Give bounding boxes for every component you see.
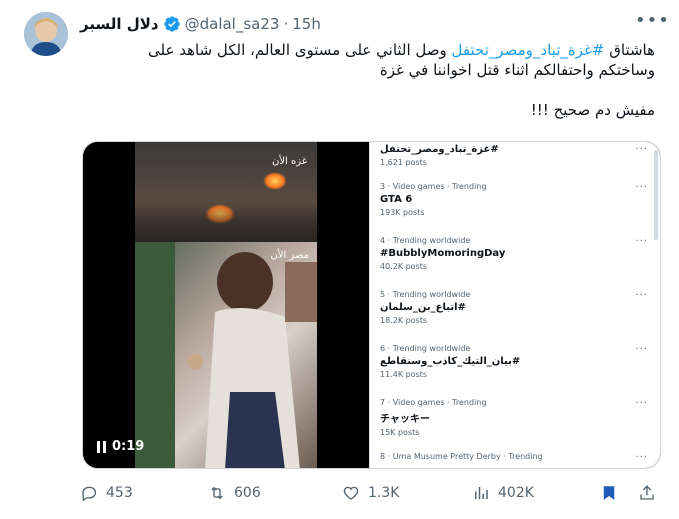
- trend-item[interactable]: 6 · Trending worldwide #بيان_التيك_كاذب_و…: [380, 344, 648, 379]
- hashtag-link[interactable]: #غزة_تباد_ومصر_تحتفل: [452, 41, 605, 59]
- views-icon: [475, 487, 488, 499]
- trends-screenshot: #غزة_تباد_ومصر_تحتفل 1,621 posts ··· 3 · Vi…: [369, 142, 660, 468]
- trend-more-icon: ···: [635, 452, 648, 463]
- trend-more-icon: ···: [635, 290, 648, 301]
- video-controls[interactable]: 0:19: [97, 439, 144, 454]
- reply-count: 453: [106, 485, 133, 501]
- tweet-text-suffix: وصل الثاني على مستوى العالم، الكل شاهد ع…: [148, 41, 452, 59]
- author-handle[interactable]: @dalal_sa23: [185, 15, 280, 33]
- tweet-time[interactable]: 15h: [292, 15, 321, 33]
- trend-more-icon: ···: [635, 344, 648, 355]
- like-count: 1.3K: [368, 485, 400, 501]
- share-button[interactable]: [638, 484, 656, 502]
- reply-icon: [82, 486, 97, 502]
- trend-item[interactable]: #غزة_تباد_ومصر_تحتفل 1,621 posts ···: [380, 144, 648, 167]
- bookmark-button[interactable]: [600, 484, 618, 502]
- trend-item[interactable]: 3 · Video games · Trending GTA 6 193K post…: [380, 182, 648, 217]
- trend-more-icon: ···: [635, 182, 648, 193]
- trend-name: #بيان_التيك_كاذب_وسنقاطع: [380, 356, 521, 367]
- trend-more-icon: ···: [635, 398, 648, 409]
- author-display-name[interactable]: دلال السبر: [80, 15, 159, 33]
- action-bar: 453 606 1.3K 402K: [80, 484, 655, 504]
- separator-dot: ·: [283, 15, 289, 33]
- repost-icon: [211, 486, 223, 500]
- trend-meta: 6 · Trending worldwide: [380, 344, 471, 353]
- pause-icon[interactable]: [97, 440, 106, 453]
- verified-badge-icon: [163, 16, 180, 32]
- video-label-bottom: مصر الأن: [270, 250, 309, 261]
- trend-more-icon: ···: [635, 144, 648, 155]
- tweet-media[interactable]: غزه الأن مصر الأن 0:19 #غزة_تباد_ومصر_تح…: [82, 141, 661, 469]
- trend-meta: 7 · Video games · Trending: [380, 398, 487, 407]
- repost-count: 606: [234, 485, 261, 501]
- video-timestamp: 0:19: [112, 439, 145, 454]
- tweet-text: هاشتاق #غزة_تباد_ومصر_تحتفل وصل الثاني ع…: [80, 40, 655, 120]
- repost-button[interactable]: 606: [208, 484, 261, 502]
- trend-item[interactable]: 5 · Trending worldwide #اتباع_بن_سلمان 18.…: [380, 290, 648, 325]
- heart-icon: [343, 486, 359, 500]
- video-scene-egypt: مصر الأن: [135, 242, 317, 468]
- bookmark-icon: [603, 486, 615, 500]
- trend-name: #اتباع_بن_سلمان: [380, 302, 466, 313]
- tweet-header: دلال السبر @dalal_sa23 · 15h: [80, 14, 321, 34]
- views-count: 402K: [498, 485, 534, 501]
- trend-name: チャッキー: [380, 414, 430, 425]
- trend-post-count: 18.2K posts: [380, 316, 428, 325]
- trend-meta: 3 · Video games · Trending: [380, 182, 487, 191]
- trend-item[interactable]: 4 · Trending worldwide #BubblyMomoringDay…: [380, 236, 648, 271]
- tweet-text-line-1: هاشتاق #غزة_تباد_ومصر_تحتفل وصل الثاني ع…: [80, 40, 655, 60]
- like-button[interactable]: 1.3K: [342, 484, 399, 502]
- trend-name: #غزة_تباد_ومصر_تحتفل: [380, 144, 499, 155]
- trend-name: GTA 6: [380, 194, 413, 205]
- share-icon: [640, 485, 654, 500]
- trend-meta: 5 · Trending worldwide: [380, 290, 471, 299]
- trend-post-count: 193K posts: [380, 208, 425, 217]
- trend-meta: 8 · Uma Musume Pretty Derby · Trending: [380, 452, 543, 461]
- views-button[interactable]: 402K: [472, 484, 534, 502]
- trend-more-icon: ···: [635, 236, 648, 247]
- trend-name: #BubblyMomoringDay: [380, 248, 506, 259]
- tweet-text-line-3: مفيش دم صحيح !!!: [530, 101, 655, 119]
- trend-post-count: 15K posts: [380, 428, 420, 437]
- trend-item[interactable]: 8 · Uma Musume Pretty Derby · Trending ··…: [380, 452, 648, 463]
- reply-button[interactable]: 453: [80, 484, 133, 502]
- video-player[interactable]: غزه الأن مصر الأن 0:19: [83, 142, 369, 468]
- video-scene-gaza: غزه الأن: [135, 142, 317, 242]
- avatar[interactable]: [24, 12, 68, 56]
- trend-post-count: 1,621 posts: [380, 158, 427, 167]
- trend-item[interactable]: 7 · Video games · Trending チャッキー 15K posts…: [380, 398, 648, 437]
- tweet-text-prefix: هاشتاق: [604, 41, 655, 59]
- trend-meta: 4 · Trending worldwide: [380, 236, 471, 245]
- trend-post-count: 11.4K posts: [380, 370, 428, 379]
- scrollbar: [654, 150, 658, 240]
- tweet-text-line-2: وساختكم واحتفالكم اثناء قتل اخواننا في غ…: [379, 61, 655, 79]
- video-label-top: غزه الأن: [272, 156, 307, 167]
- more-options-icon[interactable]: •••: [635, 12, 669, 34]
- trend-post-count: 40.2K posts: [380, 262, 428, 271]
